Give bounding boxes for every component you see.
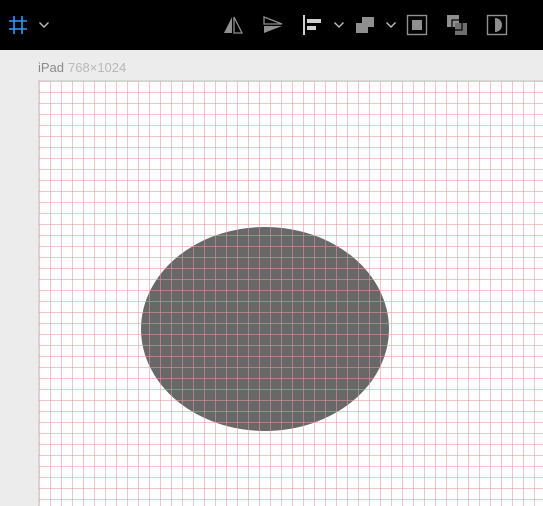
chevron-down-icon[interactable] [385,12,397,38]
ellipse-shape[interactable] [141,227,389,431]
arrange-icon[interactable] [353,12,377,38]
mask-icon[interactable] [485,12,509,38]
artboard-dimensions: 768×1024 [68,60,127,75]
artboard-canvas[interactable] [38,80,543,506]
flip-vertical-icon[interactable] [262,12,284,38]
align-left-icon[interactable] [301,12,325,38]
artboard-name: iPad [38,60,65,75]
chevron-down-icon[interactable] [38,12,50,38]
send-backward-icon[interactable] [445,12,469,38]
chevron-down-icon[interactable] [333,12,345,38]
bring-forward-icon[interactable] [405,12,429,38]
grid-icon[interactable] [7,12,29,38]
artboard-label[interactable]: iPad 768×1024 [38,60,126,75]
flip-horizontal-icon[interactable] [222,12,244,38]
toolbar [0,0,543,50]
